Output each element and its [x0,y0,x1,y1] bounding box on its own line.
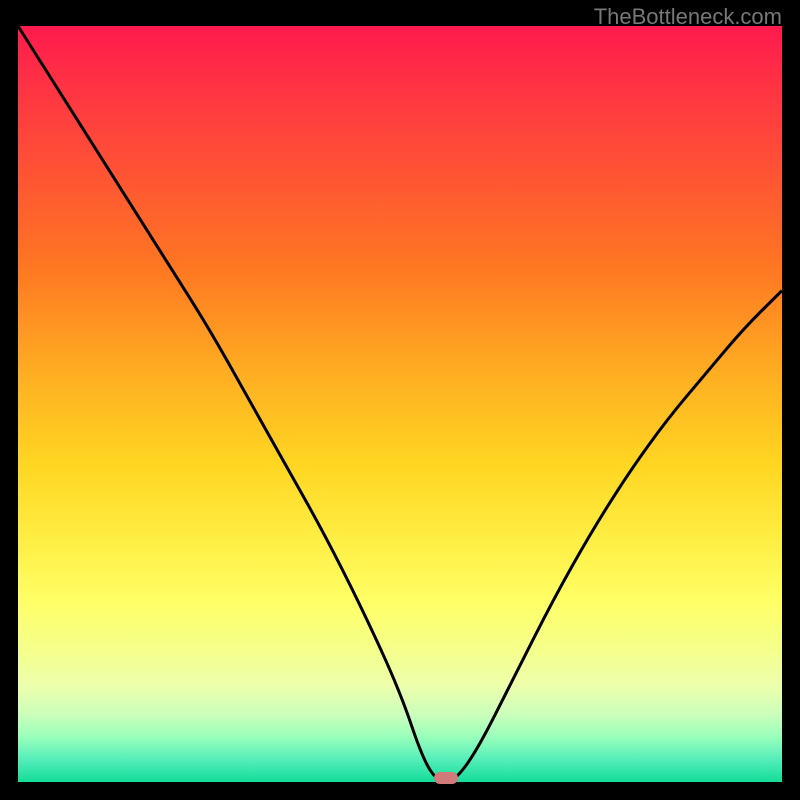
bottleneck-curve [18,26,782,782]
optimal-marker [434,772,458,784]
watermark-text: TheBottleneck.com [594,4,782,30]
